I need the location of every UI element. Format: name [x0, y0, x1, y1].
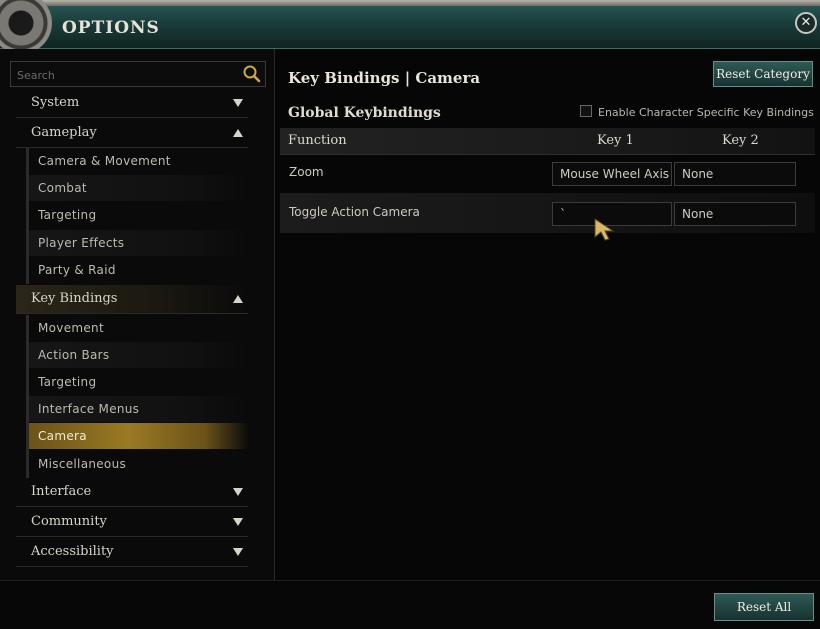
category-label: System [31, 95, 80, 110]
chevron-up-icon [233, 129, 243, 137]
column-header-key1: Key 1 [597, 133, 634, 148]
title-bar: Options ✕ [0, 0, 820, 54]
sidebar-item-camera-movement[interactable]: Camera & Movement [29, 148, 249, 174]
footer-bar: Reset All [0, 580, 820, 629]
key2-binding-field[interactable]: None [674, 202, 796, 226]
page-title: Key Bindings | Camera [288, 69, 481, 87]
sidebar-item-combat[interactable]: Combat [29, 175, 249, 201]
sidebar-item-camera[interactable]: Camera [29, 423, 249, 449]
key1-binding-field[interactable]: Mouse Wheel Axis [552, 162, 672, 186]
category-label: Community [31, 514, 107, 529]
sidebar-item-action-bars[interactable]: Action Bars [29, 342, 249, 368]
table-row: Zoom Mouse Wheel Axis None [280, 153, 815, 193]
reset-all-button[interactable]: Reset All [714, 593, 814, 621]
sidebar-item-label: Targeting [38, 208, 97, 222]
chevron-down-icon [233, 488, 243, 496]
table-header: Function Key 1 Key 2 [280, 128, 815, 155]
sidebar-item-label: Interface Menus [38, 402, 140, 416]
function-name: Toggle Action Camera [289, 205, 420, 219]
search-box [10, 61, 266, 88]
category-accessibility[interactable]: Accessibility [16, 538, 248, 567]
sidebar-item-movement[interactable]: Movement [29, 315, 249, 341]
sidebar-item-targeting-keys[interactable]: Targeting [29, 369, 249, 395]
sidebar-item-label: Party & Raid [38, 263, 116, 277]
window-title: Options [62, 18, 160, 38]
sidebar-item-label: Combat [38, 181, 87, 195]
chevron-down-icon [233, 518, 243, 526]
category-label: Key Bindings [31, 291, 118, 306]
sidebar-item-label: Player Effects [38, 236, 125, 250]
category-interface[interactable]: Interface [16, 478, 248, 507]
reset-category-button[interactable]: Reset Category [713, 61, 813, 87]
gear-emblem-icon [0, 0, 52, 54]
checkbox-label: Enable Character Specific Key Bindings [598, 106, 814, 119]
key-bindings-panel: Key Bindings | Camera Reset Category Glo… [275, 49, 820, 580]
close-icon[interactable]: ✕ [795, 12, 817, 34]
table-row: Toggle Action Camera ` None [280, 193, 815, 233]
category-gameplay[interactable]: Gameplay [16, 119, 248, 148]
sidebar-item-party-raid[interactable]: Party & Raid [29, 257, 249, 283]
sidebar-item-label: Miscellaneous [38, 457, 127, 471]
checkbox[interactable] [580, 105, 592, 117]
category-label: Gameplay [31, 125, 97, 140]
column-header-function: Function [288, 133, 347, 148]
search-icon[interactable] [242, 64, 262, 84]
sidebar-item-targeting[interactable]: Targeting [29, 202, 249, 228]
category-key-bindings[interactable]: Key Bindings [16, 285, 248, 314]
chevron-down-icon [233, 99, 243, 107]
function-name: Zoom [289, 165, 324, 179]
sidebar-item-label: Action Bars [38, 348, 110, 362]
sidebar-item-label: Movement [38, 321, 104, 335]
sidebar-item-player-effects[interactable]: Player Effects [29, 230, 249, 256]
sidebar-item-label: Camera & Movement [38, 154, 171, 168]
sidebar-item-miscellaneous[interactable]: Miscellaneous [29, 451, 249, 477]
search-input[interactable] [11, 62, 239, 88]
sidebar-item-label: Targeting [38, 375, 97, 389]
category-label: Interface [31, 484, 92, 499]
sidebar-item-label: Camera [38, 429, 87, 443]
category-system[interactable]: System [16, 89, 248, 118]
section-title: Global Keybindings [288, 105, 441, 121]
settings-sidebar: System Gameplay Camera & Movement Combat… [0, 49, 275, 580]
mouse-cursor-icon [594, 218, 615, 241]
sidebar-item-interface-menus[interactable]: Interface Menus [29, 396, 249, 422]
key2-binding-field[interactable]: None [674, 162, 796, 186]
category-label: Accessibility [31, 544, 114, 559]
chevron-up-icon [233, 295, 243, 303]
category-community[interactable]: Community [16, 508, 248, 537]
column-header-key2: Key 2 [722, 133, 759, 148]
character-specific-toggle[interactable]: Enable Character Specific Key Bindings [580, 105, 814, 119]
chevron-down-icon [233, 548, 243, 556]
